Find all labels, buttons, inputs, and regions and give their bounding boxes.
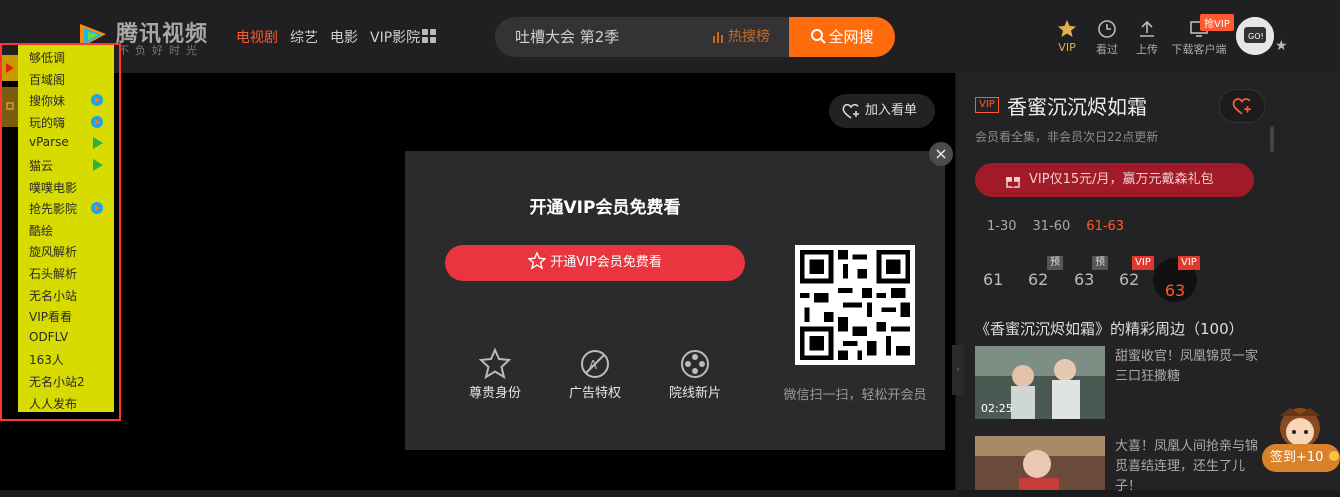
history-label: 看过 [1096, 43, 1118, 56]
upload-label: 上传 [1136, 43, 1158, 56]
star-icon: ★ [1275, 38, 1288, 54]
collapse-panel-handle[interactable]: › [952, 345, 964, 395]
hot-chart-icon [713, 32, 723, 43]
episode-63[interactable]: 63 [1074, 270, 1094, 289]
vip-badge: VIP [1132, 256, 1154, 270]
vip-badge: VIP [1178, 256, 1200, 270]
nav-item-tv[interactable]: 电视剧 [236, 27, 278, 47]
nav-item-movie[interactable]: 电影 [330, 27, 358, 47]
range-tab-61-63[interactable]: 61-63 [1086, 219, 1124, 234]
search-button[interactable]: 全网搜 [789, 17, 895, 57]
perk-ad-free-label: 广告特权 [568, 386, 621, 401]
episode-61[interactable]: 61 [983, 270, 1003, 289]
svg-text:A: A [589, 358, 598, 372]
grab-vip-badge[interactable]: 抢VIP [1200, 14, 1234, 31]
update-schedule: 会员看全集，非会员次日22点更新 [975, 130, 1159, 144]
episode-range-tabs: 1-30 31-60 61-63 [987, 219, 1140, 234]
modal-title: 开通VIP会员免费看 [529, 198, 681, 218]
search-bar: 吐槽大会 第2季 热搜榜 全网搜 [495, 17, 895, 57]
heart-plus-icon [1232, 98, 1251, 115]
upload-icon [1140, 20, 1154, 37]
film-reel-icon [681, 350, 709, 378]
range-tab-1-30[interactable]: 1-30 [987, 219, 1017, 234]
add-to-watchlist-button[interactable]: 加入看单 [829, 94, 935, 128]
clip-thumbnail[interactable]: 02:25 [975, 346, 1105, 419]
vip-tag: VIP [975, 97, 999, 113]
vip-star-icon [527, 251, 548, 270]
vip-promo-label: VIP仅15元/月，赢万元戴森礼包 [1029, 172, 1214, 187]
clock-icon [1098, 20, 1116, 38]
clip-duration: 02:25 [981, 402, 1013, 415]
clip-thumbnail[interactable] [975, 436, 1105, 490]
sign-in-bonus-label: 签到+10 [1270, 450, 1324, 465]
clip-title[interactable]: 甜蜜收官！凤凰锦觅一家三口狂撒糖 [1115, 347, 1260, 387]
coin-icon [1328, 451, 1339, 461]
perk-new-movies-label: 院线新片 [668, 386, 721, 401]
range-tab-31-60[interactable]: 31-60 [1033, 219, 1071, 234]
history-button[interactable]: 看过 [1088, 18, 1126, 57]
nav-item-vip-cinema[interactable]: VIP影院 [370, 27, 420, 47]
hot-search-label: 热搜榜 [728, 29, 770, 45]
heart-plus-icon [842, 103, 859, 119]
vip-promo-button[interactable]: VIP仅15元/月，赢万元戴森礼包 [975, 163, 1254, 197]
more-categories-icon[interactable] [422, 29, 436, 43]
vip-crown-icon [1058, 20, 1076, 37]
qr-caption: 微信扫一扫，轻松开会员 [783, 388, 927, 403]
open-vip-button[interactable]: 开通VIP会员免费看 [445, 245, 745, 281]
episode-62-vip[interactable]: 62 [1119, 270, 1139, 289]
vip-button[interactable]: VIP [1048, 18, 1086, 57]
add-to-watchlist-label: 加入看单 [865, 103, 918, 118]
search-input[interactable]: 吐槽大会 第2季 [515, 17, 619, 57]
download-client-label: 下载客户端 [1171, 43, 1227, 56]
avatar-image: GO! [1236, 17, 1274, 55]
sign-in-bonus-button[interactable]: 签到+10 [1262, 444, 1340, 472]
qr-code [795, 245, 915, 365]
episode-63-vip-number: 63 [1164, 281, 1186, 300]
brand-slogan: 不负好时光 [118, 44, 203, 57]
search-icon [811, 29, 827, 44]
no-ads-icon: A [581, 350, 609, 378]
clip-image [975, 436, 1105, 490]
show-title[interactable]: 香蜜沉沉烬如霜 [1007, 91, 1147, 120]
top-navigation-bar: 腾讯视频 不负好时光 电视剧 综艺 电影 VIP影院 吐槽大会 第2季 热搜榜 … [0, 0, 1340, 73]
search-button-label: 全网搜 [828, 28, 874, 46]
gift-icon [1006, 177, 1020, 188]
perk-new-movies: 院线新片 [645, 346, 745, 401]
nav-item-variety[interactable]: 综艺 [290, 27, 318, 47]
preview-badge: 预 [1047, 256, 1063, 270]
related-clips-heading: 《香蜜沉沉烬如霜》的精彩周边（100） [975, 320, 1244, 338]
upload-button[interactable]: 上传 [1128, 18, 1166, 57]
star-badge-icon [478, 347, 512, 380]
episode-62[interactable]: 62 [1028, 270, 1048, 289]
main-nav: 电视剧 综艺 电影 VIP影院 [236, 27, 432, 47]
vip-paywall-modal: 开通VIP会员免费看 开通VIP会员免费看 尊贵身份 A 广告特权 院线新片 微… [405, 151, 945, 450]
clip-title[interactable]: 大喜！凤凰人间抢亲与锦觅喜结连理，还生了儿子！ [1115, 437, 1260, 497]
modal-close-button[interactable]: × [929, 142, 953, 166]
vip-label: VIP [1058, 41, 1076, 54]
hot-search-link[interactable]: 热搜榜 [713, 17, 770, 57]
preview-badge: 预 [1092, 256, 1108, 270]
side-scrollbar[interactable] [1270, 126, 1274, 152]
highlight-outline [0, 43, 121, 421]
favorite-button[interactable] [1219, 89, 1265, 123]
perk-status-label: 尊贵身份 [468, 386, 521, 401]
user-avatar[interactable]: GO! [1236, 17, 1274, 55]
perk-ad-free: A 广告特权 [545, 346, 645, 401]
open-vip-label: 开通VIP会员免费看 [550, 255, 662, 270]
avatar-text: GO! [1248, 32, 1264, 41]
perk-status: 尊贵身份 [445, 346, 545, 401]
